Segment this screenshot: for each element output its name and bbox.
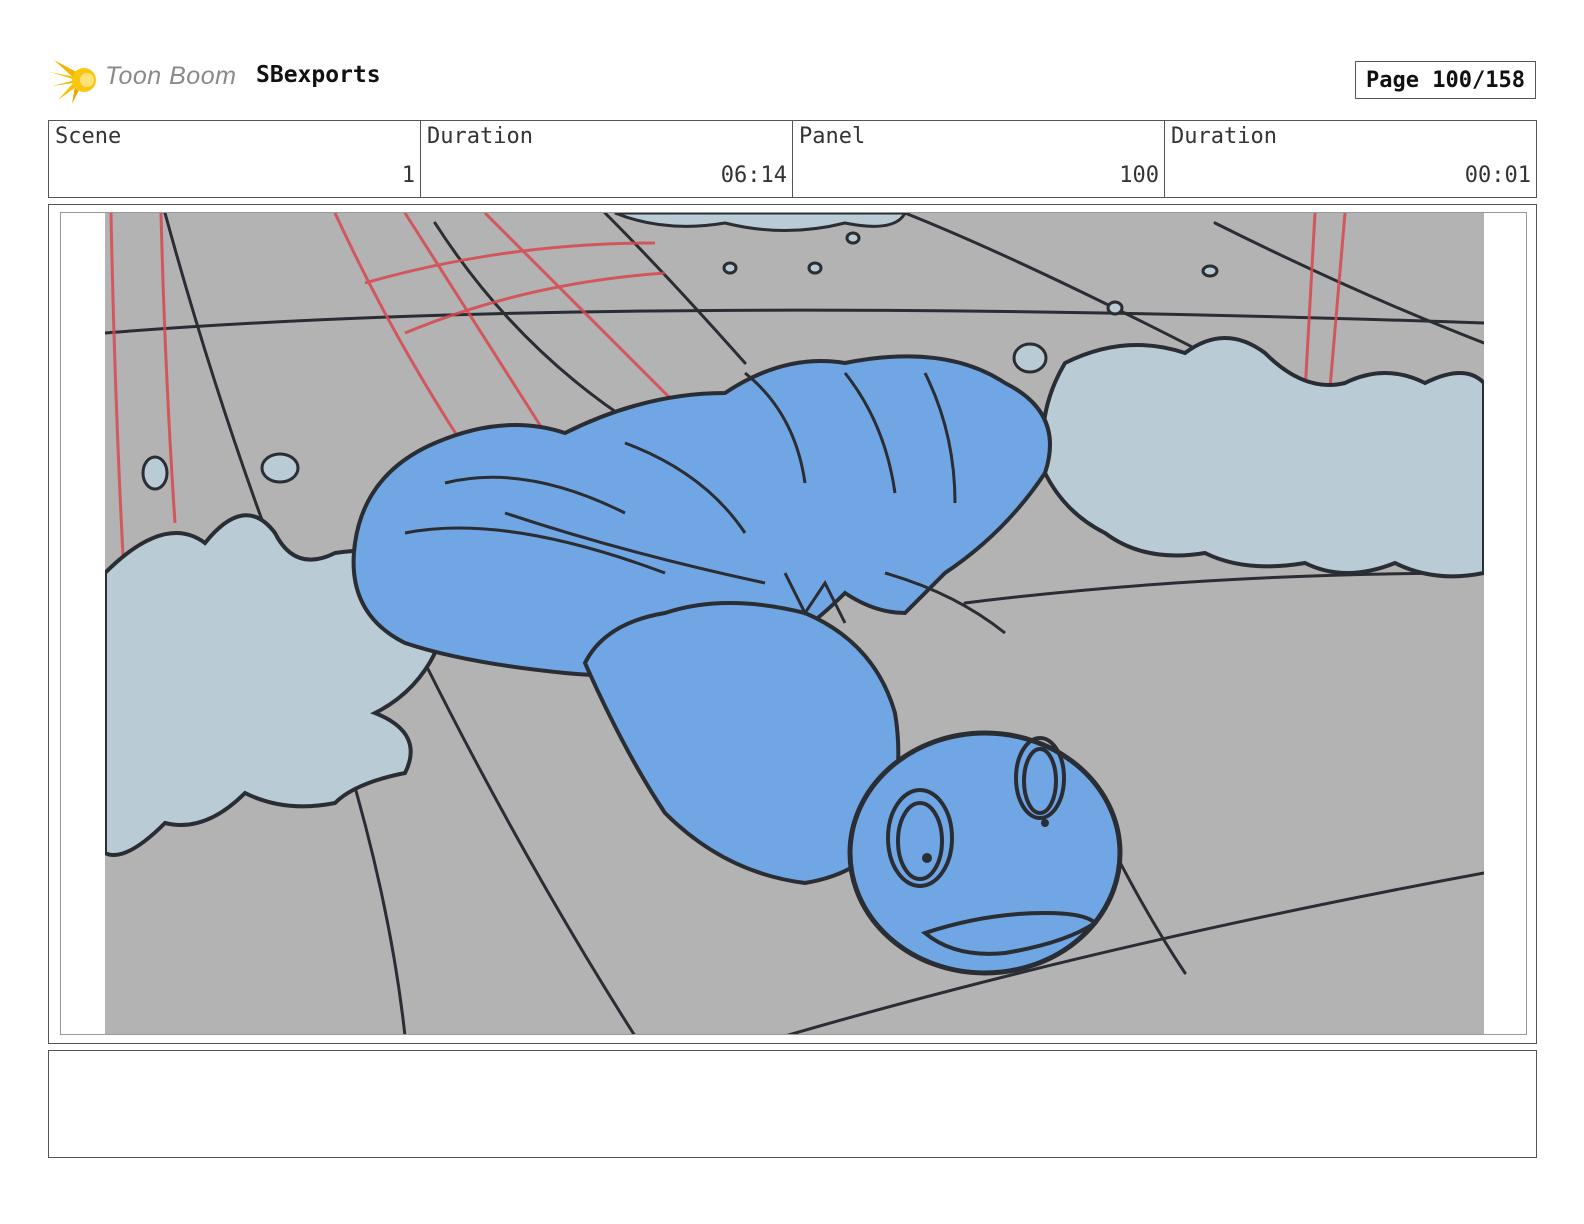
- panel-value: 100: [1119, 163, 1159, 188]
- toon-boom-logo: Toon Boom: [50, 52, 240, 108]
- storyboard-image: [60, 212, 1527, 1035]
- scene-cell: Scene 1: [49, 121, 421, 197]
- logo-text: Toon Boom: [105, 62, 237, 90]
- starburst-icon: [50, 60, 96, 104]
- scene-duration-value: 06:14: [720, 163, 787, 188]
- panel-duration-label: Duration: [1171, 124, 1277, 149]
- scene-duration-label: Duration: [427, 124, 533, 149]
- scene-duration-cell: Duration 06:14: [421, 121, 793, 197]
- scene-label: Scene: [55, 124, 122, 149]
- panel-cell: Panel 100: [793, 121, 1165, 197]
- sketch-illustration: [105, 213, 1484, 1034]
- scene-value: 1: [401, 163, 415, 188]
- panel-duration-cell: Duration 00:01: [1165, 121, 1536, 197]
- page-indicator: Page 100/158: [1355, 61, 1536, 99]
- notes-box: [48, 1050, 1537, 1158]
- project-name: SBexports: [256, 62, 381, 88]
- info-table: Scene 1 Duration 06:14 Panel 100 Duratio…: [48, 120, 1537, 198]
- panel-label: Panel: [799, 124, 866, 149]
- panel-duration-value: 00:01: [1464, 163, 1531, 188]
